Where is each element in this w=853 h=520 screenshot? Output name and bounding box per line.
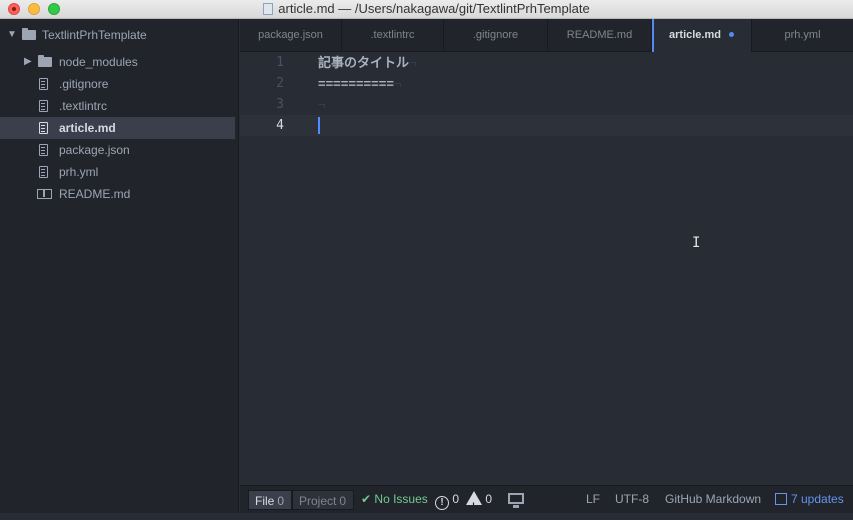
modified-dot-icon: [728, 32, 734, 37]
tree-item-label: node_modules: [59, 55, 138, 69]
line-text: ¬: [318, 94, 326, 115]
line-text: ==========¬: [318, 73, 402, 94]
eol-marker: ¬: [393, 76, 402, 91]
updates-label: 7 updates: [791, 492, 844, 506]
book-icon: [37, 189, 52, 199]
editor-line[interactable]: 2 ==========¬: [240, 73, 853, 94]
warning-count: 0: [485, 492, 493, 506]
line-ending-label: LF: [586, 492, 601, 506]
tree-item-label: .textlintrc: [59, 99, 108, 113]
error-count-indicator[interactable]: ! 0: [435, 486, 459, 513]
scope-file-label: File: [255, 494, 275, 508]
editor-line[interactable]: 1 記事のタイトル¬: [240, 52, 853, 73]
tree-project-root[interactable]: ▼ TextlintPrhTemplate: [0, 24, 239, 46]
file-text-icon: [39, 100, 48, 112]
text-cursor: [318, 117, 320, 134]
status-bar: File0 Project0 ✔ No Issues ! 0 0 LF UTF-…: [240, 485, 853, 520]
linter-scope-file[interactable]: File 0: [248, 490, 292, 510]
device-button[interactable]: [508, 486, 524, 513]
warning-icon: [466, 491, 482, 520]
text-editor[interactable]: 1 記事のタイトル¬ 2 ==========¬ 3 ¬ 4 I: [240, 52, 853, 485]
folder-icon: [38, 55, 52, 67]
line-number: 2: [276, 76, 284, 91]
tab-label: prh.yml: [784, 29, 821, 41]
tab-package-json[interactable]: package.json: [240, 19, 342, 51]
file-text-icon: [39, 166, 48, 178]
eol-marker: ¬: [409, 55, 417, 70]
encoding-selector[interactable]: UTF-8: [615, 486, 649, 513]
encoding-label: UTF-8: [615, 492, 649, 506]
linter-status-text: No Issues: [374, 492, 428, 506]
line-ending-selector[interactable]: LF: [586, 486, 600, 513]
tab-prh-yml[interactable]: prh.yml: [752, 19, 853, 51]
tab-label: .gitignore: [472, 29, 519, 41]
eol-marker: ¬: [318, 97, 326, 112]
tab-label: package.json: [258, 29, 323, 41]
file-text-icon: [39, 144, 48, 156]
package-icon: [775, 493, 787, 505]
line-content: ==========: [318, 76, 394, 91]
tree-item-prh-yml[interactable]: prh.yml: [0, 161, 239, 183]
editor-line-current[interactable]: 4: [240, 115, 853, 136]
window-title-text: article.md — /Users/nakagawa/git/Textlin…: [278, 1, 590, 16]
linter-status[interactable]: ✔ No Issues: [361, 486, 428, 513]
tab-gitignore[interactable]: .gitignore: [444, 19, 548, 51]
tree-item-article-md[interactable]: article.md: [0, 117, 235, 139]
error-icon: !: [435, 496, 449, 510]
tree-item-label: .gitignore: [59, 77, 109, 91]
chevron-down-icon: ▼: [7, 29, 17, 40]
monitor-icon: [508, 493, 524, 508]
project-name: TextlintPrhTemplate: [42, 28, 147, 42]
scope-project-label: Project: [299, 494, 337, 508]
line-content: 記事のタイトル: [318, 55, 410, 70]
scope-file-count: 0: [277, 494, 285, 508]
tab-label: .textlintrc: [370, 29, 415, 41]
line-number: 4: [276, 118, 284, 133]
tab-label: README.md: [566, 29, 633, 41]
line-number: 1: [276, 55, 284, 70]
tree-item-label: README.md: [59, 187, 131, 201]
chevron-right-icon: ▶: [24, 56, 32, 67]
tree-item-readme-md[interactable]: README.md: [0, 183, 239, 205]
check-icon: ✔: [361, 492, 372, 506]
file-text-icon: [39, 78, 48, 90]
tree-item-label: article.md: [59, 121, 116, 135]
tab-bar: package.json .textlintrc .gitignore READ…: [240, 19, 853, 52]
grammar-label: GitHub Markdown: [665, 492, 762, 506]
grammar-selector[interactable]: GitHub Markdown: [665, 486, 761, 513]
linter-scope-project[interactable]: Project 0: [292, 490, 354, 510]
tree-item-node-modules[interactable]: ▶ node_modules: [0, 51, 239, 73]
tree-item-package-json[interactable]: package.json: [0, 139, 239, 161]
editor-line[interactable]: 3 ¬: [240, 94, 853, 115]
file-text-icon: [39, 122, 48, 134]
document-icon: [263, 3, 274, 15]
tree-item-textlintrc[interactable]: .textlintrc: [0, 95, 239, 117]
tab-readme-md[interactable]: README.md: [548, 19, 652, 51]
package-updates-button[interactable]: 7 updates: [775, 486, 844, 513]
repo-folder-icon: [22, 28, 36, 40]
tree-item-label: prh.yml: [59, 165, 99, 179]
line-text: 記事のタイトル¬: [318, 52, 417, 73]
line-number: 3: [276, 97, 284, 112]
tree-item-label: package.json: [59, 143, 130, 157]
error-count: 0: [452, 492, 460, 506]
tab-label: article.md: [669, 29, 721, 41]
tree-view: ▼ TextlintPrhTemplate ▶ node_modules .gi…: [0, 19, 239, 513]
ibeam-cursor-icon: I: [692, 235, 701, 251]
warning-count-indicator[interactable]: 0: [466, 486, 493, 520]
window-title-bar: article.md — /Users/nakagawa/git/Textlin…: [0, 0, 853, 19]
scope-project-count: 0: [339, 494, 347, 508]
tab-article-md[interactable]: article.md: [652, 19, 752, 52]
tab-textlintrc[interactable]: .textlintrc: [342, 19, 444, 51]
window-title: article.md — /Users/nakagawa/git/Textlin…: [0, 0, 853, 18]
tree-item-gitignore[interactable]: .gitignore: [0, 73, 239, 95]
